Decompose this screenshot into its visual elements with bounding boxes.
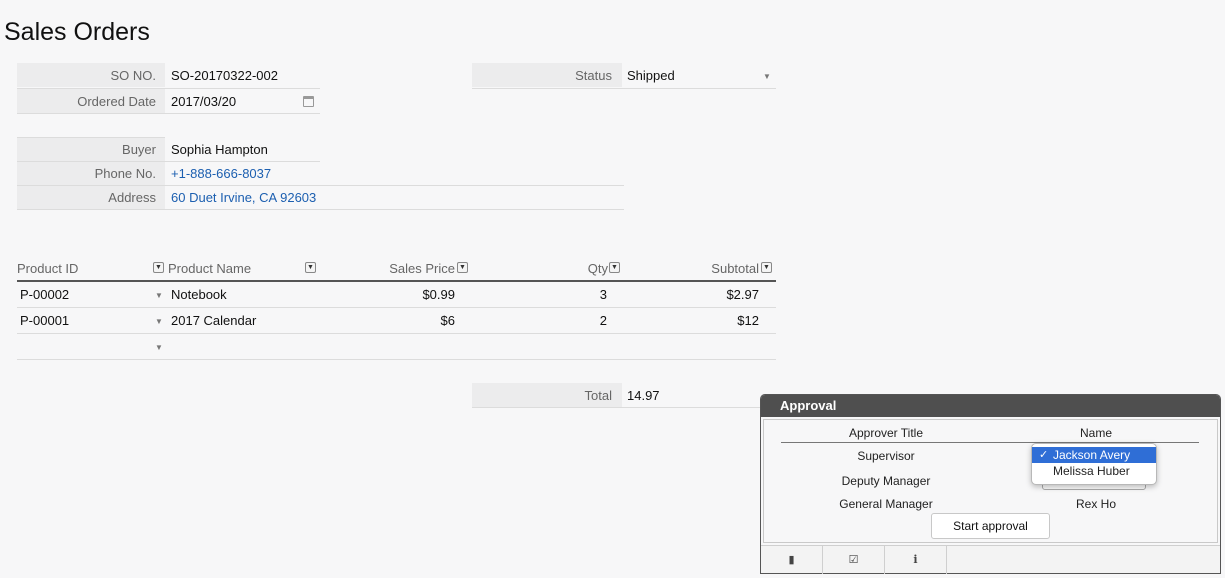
- dropdown-option-label: Melissa Huber: [1053, 464, 1130, 478]
- status-label: Status: [575, 68, 612, 83]
- chevron-down-icon[interactable]: ▼: [155, 291, 163, 300]
- dropdown-option-label: Jackson Avery: [1053, 448, 1131, 462]
- approver-title-cell: Deputy Manager: [841, 474, 931, 488]
- buyer-value: Sophia Hampton: [171, 142, 268, 157]
- divider: [17, 185, 624, 186]
- divider: [17, 113, 320, 114]
- divider: [472, 88, 776, 89]
- divider: [17, 209, 624, 210]
- ordered-date-field[interactable]: 2017/03/20: [171, 94, 236, 109]
- column-header-subtotal[interactable]: Subtotal: [624, 261, 759, 276]
- address-link[interactable]: 60 Duet Irvine, CA 92603: [171, 190, 316, 205]
- sales-price-cell: $6: [440, 313, 455, 328]
- approver-title-cell: General Manager: [839, 497, 933, 511]
- chevron-down-icon[interactable]: ▼: [155, 317, 163, 326]
- qty-cell: 3: [599, 287, 607, 302]
- column-header-qty[interactable]: Qty: [472, 261, 608, 276]
- column-header-sales-price[interactable]: Sales Price: [320, 261, 455, 276]
- subtotal-cell: $12: [737, 313, 759, 328]
- filter-icon[interactable]: ▼: [457, 262, 468, 273]
- name-header: Name: [1079, 426, 1112, 440]
- calendar-icon[interactable]: [303, 96, 314, 107]
- product-id-link[interactable]: P-00002: [20, 287, 69, 302]
- product-id-link[interactable]: P-00001: [20, 313, 69, 328]
- approver-title-header: Approver Title: [848, 426, 924, 440]
- table-row-divider: [17, 307, 776, 308]
- header-underline: [17, 280, 776, 282]
- status-select[interactable]: Shipped: [627, 68, 675, 83]
- divider: [17, 161, 320, 162]
- approval-footer: ▮ ☑ i: [761, 545, 1220, 574]
- table-row-divider: [17, 333, 776, 334]
- table-row-divider: [17, 359, 776, 360]
- divider: [472, 407, 762, 408]
- subtotal-cell: $2.97: [726, 287, 759, 302]
- approver-name-cell: Rex Ho: [1075, 497, 1116, 511]
- approver-title-cell: Supervisor: [857, 449, 915, 463]
- info-icon[interactable]: i: [885, 546, 947, 574]
- column-header-product-name[interactable]: Product Name: [168, 261, 251, 276]
- so-no-value: SO-20170322-002: [171, 68, 278, 83]
- checklist-icon[interactable]: ☑: [823, 546, 885, 574]
- chevron-down-icon[interactable]: ▼: [155, 343, 163, 352]
- address-label: Address: [108, 190, 156, 205]
- phone-link[interactable]: +1-888-666-8037: [171, 166, 271, 181]
- filter-icon[interactable]: ▼: [761, 262, 772, 273]
- dropdown-option[interactable]: Melissa Huber: [1032, 463, 1156, 479]
- start-approval-button[interactable]: Start approval: [931, 513, 1050, 539]
- supervisor-dropdown[interactable]: ✓ Jackson Avery Melissa Huber: [1031, 443, 1157, 485]
- phone-label: Phone No.: [94, 166, 156, 181]
- so-no-label: SO NO.: [110, 68, 156, 83]
- qty-cell: 2: [599, 313, 607, 328]
- total-value: 14.97: [627, 388, 660, 403]
- buyer-label: Buyer: [122, 142, 156, 157]
- filter-icon[interactable]: ▼: [153, 262, 164, 273]
- dropdown-option-selected[interactable]: ✓ Jackson Avery: [1032, 447, 1156, 463]
- ordered-date-label: Ordered Date: [77, 94, 156, 109]
- page-title: Sales Orders: [4, 18, 150, 46]
- product-name-cell: Notebook: [171, 287, 227, 302]
- sales-price-cell: $0.99: [422, 287, 455, 302]
- column-header-product-id[interactable]: Product ID: [17, 261, 78, 276]
- chevron-down-icon[interactable]: ▼: [763, 72, 771, 81]
- comments-icon[interactable]: ▮: [761, 546, 823, 574]
- checkmark-icon: ✓: [1039, 449, 1049, 461]
- filter-icon[interactable]: ▼: [305, 262, 316, 273]
- product-name-cell: 2017 Calendar: [171, 313, 257, 328]
- approval-panel-title: Approval: [761, 395, 1220, 417]
- total-label: Total: [584, 388, 612, 403]
- filter-icon[interactable]: ▼: [609, 262, 620, 273]
